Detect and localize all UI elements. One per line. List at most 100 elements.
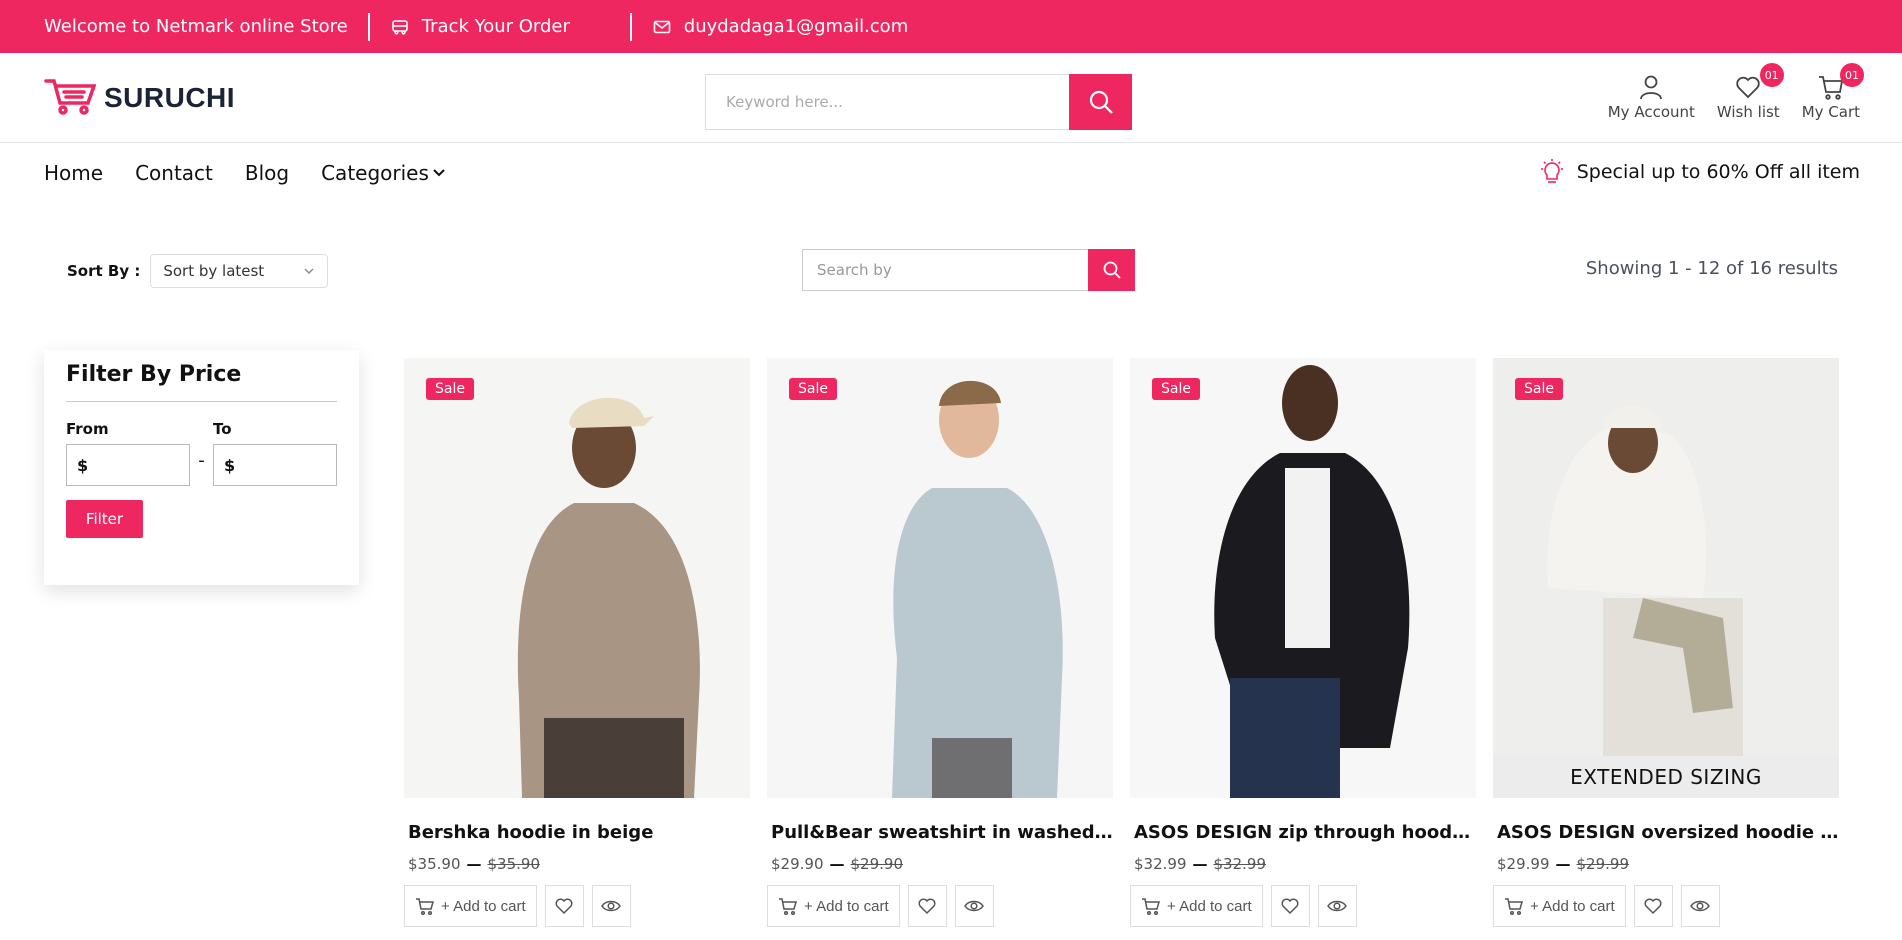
product-name[interactable]: Bershka hoodie in beige	[404, 822, 750, 843]
header-search-input[interactable]	[705, 74, 1069, 130]
top-bar: Welcome to Netmark online Store Track Yo…	[0, 0, 1902, 53]
wishlist-button[interactable]	[1633, 885, 1673, 927]
add-to-cart-button[interactable]: + Add to cart	[404, 885, 537, 927]
welcome-text: Welcome to Netmark online Store	[44, 16, 348, 37]
product-image[interactable]: Sale	[767, 358, 1113, 798]
eye-icon	[1327, 900, 1348, 912]
eye-icon	[964, 900, 985, 912]
currency-symbol: $	[77, 455, 89, 475]
wishlist-button[interactable]	[544, 885, 584, 927]
email-text: duydadaga1@gmail.com	[683, 16, 909, 37]
product-photo	[1493, 358, 1839, 798]
cart-icon	[1505, 898, 1523, 916]
promo-banner: Special up to 60% Off all item	[1537, 157, 1860, 187]
wishlist-button[interactable]: 01 Wish list	[1716, 63, 1784, 121]
image-caption: EXTENDED SIZING	[1493, 756, 1839, 798]
add-to-cart-label: + Add to cart	[1167, 897, 1252, 915]
product-actions: + Add to cart	[767, 885, 1113, 927]
heart-icon	[1281, 898, 1299, 915]
nav-contact[interactable]: Contact	[135, 161, 213, 185]
chevron-down-icon	[304, 268, 314, 274]
product-image[interactable]: Sale	[1130, 358, 1476, 798]
nav-blog[interactable]: Blog	[245, 161, 289, 185]
product-image[interactable]: Sale EXTENDED SIZING	[1493, 358, 1839, 798]
header-search	[705, 74, 1132, 130]
cart-logo-icon	[44, 76, 97, 120]
nav-categories-label: Categories	[321, 161, 429, 185]
filter-title: Filter By Price	[66, 362, 337, 402]
track-order-label: Track Your Order	[421, 16, 570, 37]
currency-symbol: $	[224, 455, 236, 475]
add-to-cart-label: + Add to cart	[804, 897, 889, 915]
old-price: $29.90	[850, 855, 904, 873]
quick-view-button[interactable]	[954, 885, 994, 927]
current-price: $29.90	[771, 855, 824, 873]
results-count: Showing 1 - 12 of 16 results	[1585, 258, 1838, 279]
heart-icon	[918, 898, 936, 915]
add-to-cart-button[interactable]: + Add to cart	[1493, 885, 1626, 927]
product-search-input[interactable]	[802, 249, 1088, 291]
sort-control: Sort By : Sort by latest	[67, 254, 329, 288]
quick-view-button[interactable]	[591, 885, 631, 927]
old-price: $29.99	[1576, 855, 1630, 873]
product-price: $35.90— $35.90	[408, 855, 541, 873]
nav-categories[interactable]: Categories	[321, 161, 447, 185]
track-order-link[interactable]: Track Your Order	[390, 16, 610, 37]
price-to-input[interactable]: $	[213, 444, 337, 486]
wishlist-button[interactable]	[1270, 885, 1310, 927]
sale-badge: Sale	[426, 378, 474, 400]
product-price: $32.99— $32.99	[1134, 855, 1266, 873]
add-to-cart-label: + Add to cart	[441, 897, 526, 915]
heart-icon	[555, 898, 573, 915]
product-name[interactable]: ASOS DESIGN zip through hoodie in ...	[1130, 822, 1476, 843]
sale-badge: Sale	[789, 378, 837, 400]
add-to-cart-button[interactable]: + Add to cart	[767, 885, 900, 927]
add-to-cart-label: + Add to cart	[1530, 897, 1615, 915]
quick-view-button[interactable]	[1317, 885, 1357, 927]
bus-icon	[390, 17, 410, 37]
product-photo	[1130, 358, 1476, 798]
promo-text: Special up to 60% Off all item	[1576, 161, 1860, 183]
product-image[interactable]: Sale	[404, 358, 750, 798]
to-label: To	[213, 420, 232, 438]
cart-icon	[1142, 898, 1160, 916]
quick-view-button[interactable]	[1680, 885, 1720, 927]
my-account-label: My Account	[1607, 103, 1695, 121]
product-photo	[404, 358, 750, 798]
price-filter-panel: Filter By Price From $ - To $ Filter	[44, 350, 359, 585]
my-cart-label: My Cart	[1801, 103, 1860, 121]
product-price: $29.90— $29.90	[771, 855, 904, 873]
product-search-button[interactable]	[1088, 249, 1135, 291]
sort-value: Sort by latest	[163, 262, 265, 280]
chevron-down-icon	[433, 169, 445, 177]
product-price: $29.99— $29.99	[1497, 855, 1630, 873]
price-from-input[interactable]: $	[66, 444, 190, 486]
cart-icon	[779, 898, 797, 916]
logo[interactable]: SURUCHI	[44, 76, 235, 120]
product-card: Sale EXTENDED SIZING ASOS DESIGN oversiz…	[1493, 358, 1839, 927]
nav-home[interactable]: Home	[44, 161, 103, 185]
old-price: $35.90	[487, 855, 541, 873]
sale-badge: Sale	[1152, 378, 1200, 400]
divider	[629, 12, 632, 41]
wishlist-count-badge: 01	[1759, 63, 1784, 87]
filter-button[interactable]: Filter	[66, 500, 143, 538]
my-cart-button[interactable]: 01 My Cart	[1801, 63, 1864, 121]
wishlist-button[interactable]	[907, 885, 947, 927]
add-to-cart-button[interactable]: + Add to cart	[1130, 885, 1263, 927]
eye-icon	[601, 900, 622, 912]
product-name[interactable]: Pull&Bear sweatshirt in washed blue	[767, 822, 1113, 843]
sale-badge: Sale	[1515, 378, 1563, 400]
sort-select[interactable]: Sort by latest	[150, 254, 329, 288]
product-card: Sale ASOS DESIGN zip through hoodie in .…	[1130, 358, 1476, 927]
header-search-button[interactable]	[1069, 74, 1132, 130]
wishlist-label: Wish list	[1716, 103, 1780, 121]
my-account-button[interactable]: My Account	[1608, 71, 1695, 121]
heart-icon	[1644, 898, 1662, 915]
mail-icon	[652, 17, 672, 37]
product-actions: + Add to cart	[404, 885, 750, 927]
user-icon	[1635, 71, 1667, 103]
email-link[interactable]: duydadaga1@gmail.com	[652, 16, 908, 37]
product-name[interactable]: ASOS DESIGN oversized hoodie in wh...	[1493, 822, 1839, 843]
cart-count-badge: 01	[1840, 63, 1864, 87]
